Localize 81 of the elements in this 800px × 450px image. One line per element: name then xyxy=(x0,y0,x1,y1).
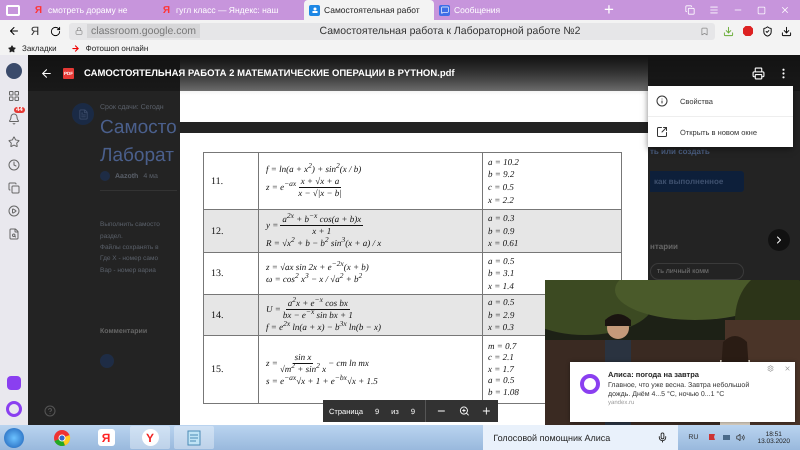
url-text: classroom.google.com xyxy=(87,24,200,38)
print-icon[interactable] xyxy=(752,66,765,80)
variable-value: x = 2.2 xyxy=(488,194,514,206)
zoom-in-icon[interactable] xyxy=(481,405,492,417)
alice-icon[interactable] xyxy=(6,401,22,417)
variable-value: b = 9.2 xyxy=(488,168,514,181)
yandex-browser-taskbar-icon[interactable]: Y xyxy=(130,426,170,449)
mic-icon[interactable] xyxy=(657,432,668,443)
start-button[interactable] xyxy=(4,428,24,448)
assignment-title: Лаборат xyxy=(100,144,175,168)
next-button[interactable] xyxy=(768,229,790,251)
formula: ω = cos$^{2}$ x$^{3}$ − x / √a$^{2}$ + b$^{2}$ xyxy=(266,274,362,285)
settings-icon[interactable] xyxy=(767,365,774,372)
variable-value: c = 0.5 xyxy=(488,181,514,194)
star-icon xyxy=(8,44,16,52)
notepad-taskbar-icon[interactable] xyxy=(174,426,214,449)
variable-value: x = 0.61 xyxy=(488,237,518,250)
yandex-icon: Я xyxy=(33,4,44,16)
arrow-icon xyxy=(70,44,80,53)
chat-icon xyxy=(439,4,450,16)
variable-value: c = 2.1 xyxy=(488,352,514,364)
alice-icon xyxy=(580,374,600,394)
bell-icon[interactable] xyxy=(8,113,20,125)
formula: R = √x$^{2}$ + b − b$^{2}$ sin$^{3}$(x + a) / x xyxy=(266,238,382,248)
clock-icon[interactable] xyxy=(8,159,20,171)
work-hint: ть или создать xyxy=(650,147,711,158)
info-icon xyxy=(656,95,668,107)
row-number: 15. xyxy=(204,336,259,403)
lock-icon xyxy=(75,27,83,35)
profile-avatar[interactable] xyxy=(6,63,22,79)
flag-icon[interactable] xyxy=(708,433,718,442)
author-avatar xyxy=(100,171,110,182)
variable-value: a = 0.5 xyxy=(488,296,514,309)
formula: s = e$^{−ax}$√x + 1 + e$^{−bx}$√x + 1.5 xyxy=(266,376,379,387)
private-comments-heading: нтарии xyxy=(650,242,679,253)
page-title: Самостоятельная работа к Лабораторной работе №2 xyxy=(318,25,582,37)
download-icon[interactable] xyxy=(723,26,734,36)
formula: z = √ax sin 2x + e$^{−2x}$(x + b) xyxy=(266,262,370,273)
variable-value: x = 0.3 xyxy=(488,321,514,334)
alice-app-icon[interactable] xyxy=(7,376,21,390)
bookmark-item[interactable]: Закладки xyxy=(8,44,57,53)
variable-value: a = 0.3 xyxy=(488,212,514,225)
volume-icon[interactable] xyxy=(736,433,746,442)
assignment-icon xyxy=(72,103,94,125)
file-name: САМОСТОЯТЕЛЬНАЯ РАБОТА 2 МАТЕМАТИЧЕСКИЕ ОПЕРАЦИИ В PYTHON.pdf xyxy=(84,68,455,78)
grid-icon[interactable] xyxy=(8,90,20,102)
formula: z = e$^{−ax}$ x + √x + a x − √|x − b| xyxy=(266,176,343,198)
back-icon[interactable] xyxy=(8,25,20,37)
zoom-icon[interactable] xyxy=(458,405,470,417)
variable-value: a = 0.5 xyxy=(488,254,514,268)
formula: f = ln(a + x$^{2}$) + sin$^{2}$(x / b) xyxy=(266,164,362,174)
search-field[interactable]: Голосовой помощник Алиса xyxy=(483,425,678,450)
variable-value: b = 3.1 xyxy=(488,267,514,280)
variable-value: b = 0.9 xyxy=(488,224,514,238)
browser-logo[interactable]: Я xyxy=(28,24,42,38)
close-icon[interactable] xyxy=(784,365,791,372)
commenter-avatar xyxy=(100,354,114,368)
downloads-icon[interactable] xyxy=(781,26,792,36)
variable-value: b = 1.08 xyxy=(488,386,519,398)
browser-tab[interactable]: Самостоятельная работ xyxy=(304,0,434,20)
assignment-title: Самосто xyxy=(100,116,177,140)
search-icon[interactable] xyxy=(8,228,20,240)
variable-value: a = 10.2 xyxy=(488,156,519,168)
bookmark-item[interactable]: Фотошоп онлайн xyxy=(70,44,148,53)
bookmark-icon[interactable] xyxy=(700,26,709,36)
back-icon[interactable] xyxy=(40,66,53,80)
variable-value: a = 0.5 xyxy=(488,375,514,387)
variable-value: b = 2.9 xyxy=(488,308,514,322)
classroom-icon xyxy=(309,4,320,16)
play-icon[interactable] xyxy=(8,205,20,217)
formula: f = e$^{2x}$ ln(a + x) − b$^{3x}$ ln(b − x) xyxy=(266,322,382,332)
collections-icon[interactable] xyxy=(8,182,20,194)
external-link-icon xyxy=(656,126,668,138)
variable-value: m = 0.7 xyxy=(488,340,516,352)
address-bar[interactable]: classroom.google.com Самостоятельная работа к Лабораторной работе №2 xyxy=(69,22,715,40)
protection-icon[interactable] xyxy=(762,26,773,36)
star-icon[interactable] xyxy=(8,136,20,148)
reload-icon[interactable] xyxy=(50,26,61,36)
variable-value: x = 1.4 xyxy=(488,280,514,292)
yandex-icon: Я xyxy=(161,4,172,16)
variable-value: x = 1.7 xyxy=(488,364,514,376)
